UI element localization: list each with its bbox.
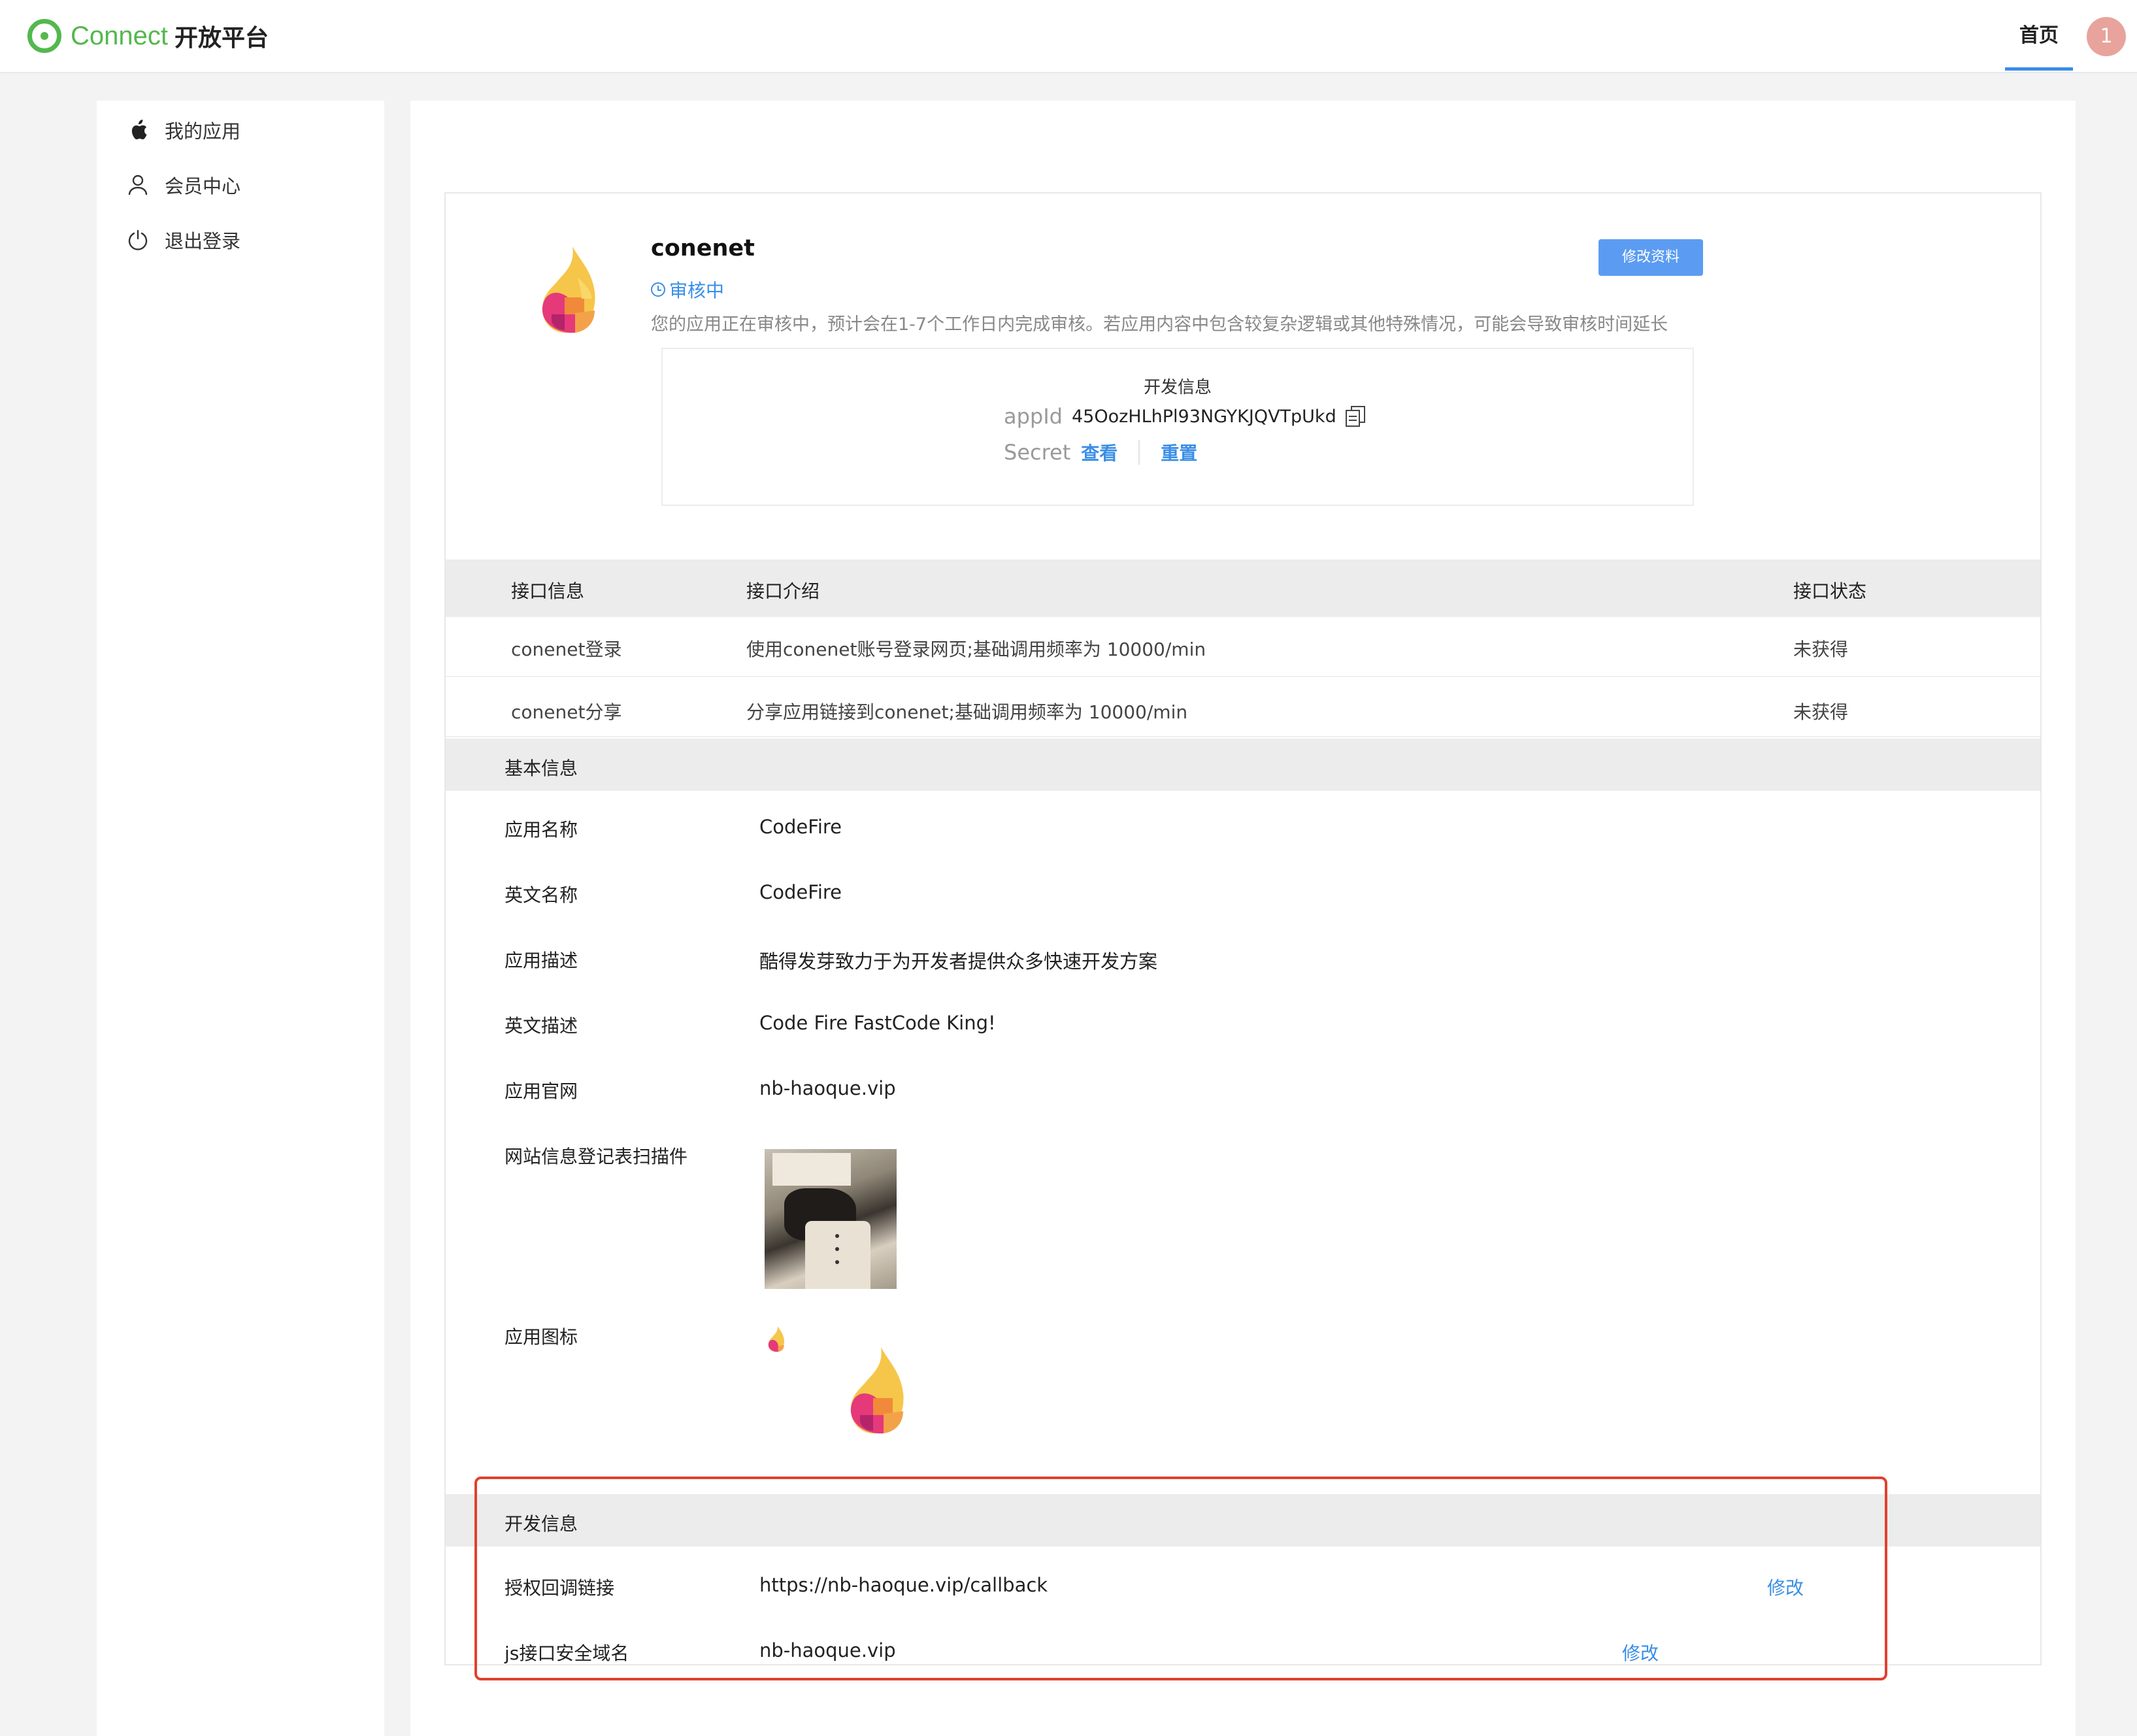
image-sign [772,1153,851,1186]
api-status: 未获得 [1793,701,1849,723]
api-name: conenet登录 [511,639,622,660]
api-name: conenet分享 [511,701,622,723]
info-label: 英文描述 [505,1015,578,1037]
sidebar-item-label: 会员中心 [165,175,241,197]
user-icon [127,174,149,196]
info-value: nb-haoque.vip [759,1077,896,1099]
image-detail [835,1247,839,1251]
header-api-intro: 接口介绍 [746,580,820,602]
info-label: 应用名称 [505,819,578,841]
edit-profile-button[interactable]: 修改资料 [1599,239,1703,276]
app-name: conenet [651,235,755,261]
view-secret-link[interactable]: 查看 [1081,439,1118,465]
table-row: conenet登录 使用conenet账号登录网页;基础调用频率为 10000/… [446,617,2040,677]
info-label: 应用描述 [505,950,578,971]
section-title: 基本信息 [505,758,578,779]
clock-icon [651,282,665,297]
app-icon-medium [850,1347,904,1434]
appid-value: 45OozHLhPl93NGYKJQVTpUkd [1071,406,1336,427]
top-bar: Connect 开放平台 首页 1 [0,0,2137,73]
api-table-header: 接口信息 接口介绍 接口状态 [446,559,2040,617]
appid-row: appId 45OozHLhPl93NGYKJQVTpUkd [1004,404,1365,429]
apple-icon [127,119,149,141]
highlight-annotation-box [474,1477,1887,1680]
sidebar-item-my-apps[interactable]: 我的应用 [127,114,240,146]
app-detail-card: conenet 审核中 您的应用正在审核中，预计会在1-7个工作日内完成审核。若… [444,192,2042,1665]
review-notice: 您的应用正在审核中，预计会在1-7个工作日内完成审核。若应用内容中包含较复杂逻辑… [651,314,1668,335]
brand-subtitle: 开放平台 [174,25,269,52]
secret-row: Secret 查看 重置 [1004,439,1197,465]
appid-label: appId [1004,404,1063,429]
basic-info-header: 基本信息 [446,739,2040,791]
status-text: 审核中 [669,280,725,301]
nav-home[interactable]: 首页 [2005,0,2073,71]
image-detail [835,1260,839,1264]
sidebar: 我的应用 会员中心 退出登录 [97,101,384,1736]
divider [1138,440,1140,465]
dev-info-box: 开发信息 appId 45OozHLhPl93NGYKJQVTpUkd Secr… [661,348,1694,506]
info-value: 酷得发芽致力于为开发者提供众多快速开发方案 [759,950,1158,973]
api-desc: 使用conenet账号登录网页;基础调用频率为 10000/min [746,639,1206,660]
image-coat [805,1221,870,1289]
dev-info-title: 开发信息 [1143,378,1212,397]
info-label: 网站信息登记表扫描件 [505,1146,688,1167]
secret-label: Secret [1004,440,1071,465]
registration-scan-image[interactable] [765,1149,897,1289]
sidebar-item-member-center[interactable]: 会员中心 [127,169,240,201]
reset-secret-link[interactable]: 重置 [1161,439,1197,465]
info-label: 应用官网 [505,1080,578,1102]
info-label: 英文名称 [505,884,578,906]
brand-logo[interactable]: Connect 开放平台 [27,18,269,54]
header-api-info: 接口信息 [511,580,585,602]
connect-logo-icon [27,19,61,53]
sidebar-item-label: 退出登录 [165,230,241,252]
brand-name: Connect [71,21,168,50]
api-status: 未获得 [1793,639,1849,660]
app-icon-small [768,1326,784,1352]
copy-icon[interactable] [1345,406,1365,427]
power-icon [127,229,149,251]
info-label: 应用图标 [505,1326,578,1348]
info-value: CodeFire [759,881,842,903]
avatar[interactable]: 1 [2087,17,2126,56]
app-flame-icon [542,246,595,333]
header-api-status: 接口状态 [1793,580,1867,602]
sidebar-item-label: 我的应用 [165,120,241,142]
image-detail [835,1234,839,1238]
sidebar-item-logout[interactable]: 退出登录 [127,224,240,256]
info-value: Code Fire FastCode King! [759,1012,996,1034]
table-row: conenet分享 分享应用链接到conenet;基础调用频率为 10000/m… [446,677,2040,737]
review-status: 审核中 [651,276,724,303]
info-value: CodeFire [759,816,842,838]
api-desc: 分享应用链接到conenet;基础调用频率为 10000/min [746,701,1188,723]
